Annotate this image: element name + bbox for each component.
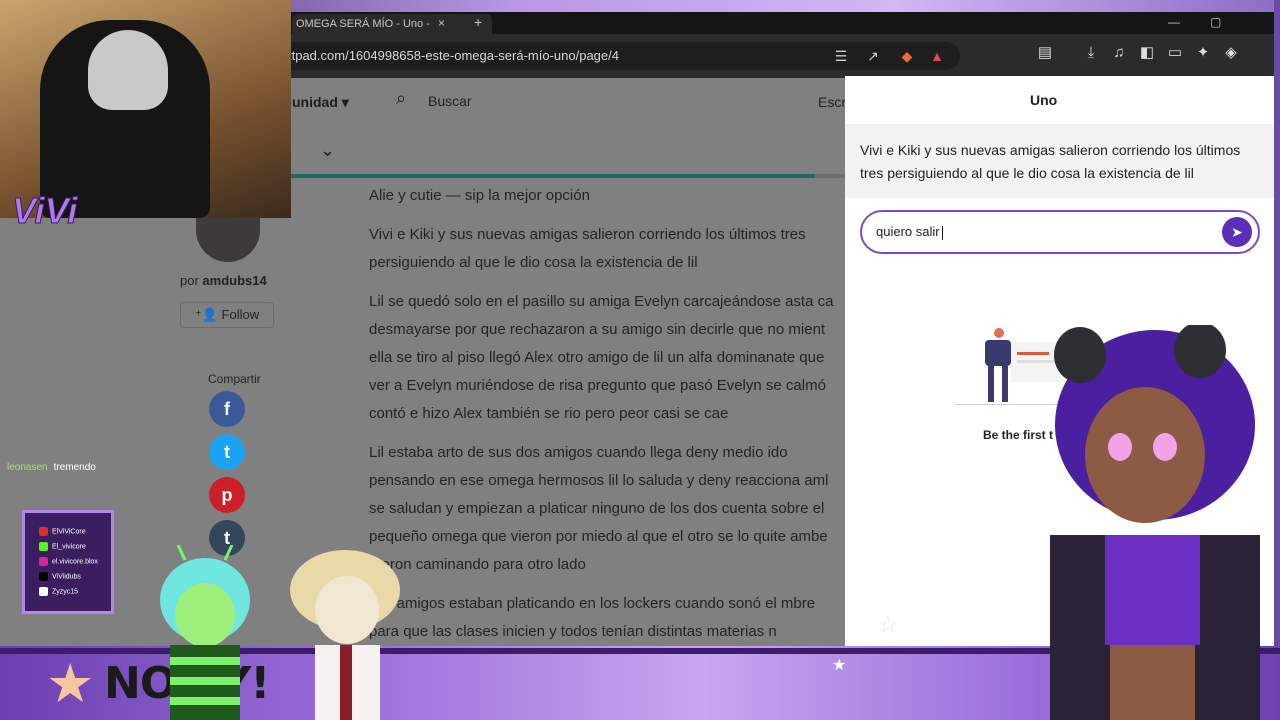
chat-text: tremendo: [53, 462, 96, 473]
panel-icon[interactable]: ◧: [1136, 42, 1158, 64]
search-link[interactable]: Buscar: [428, 93, 472, 109]
streamer-helmet: [88, 30, 168, 110]
socials-card: ElViViCore El_vivicore el.vivicore.blox …: [22, 510, 114, 614]
tab-story[interactable]: OMEGA SERÁ MÍO - Uno -: [292, 14, 492, 34]
brave-shield-icon[interactable]: ◆: [898, 47, 916, 65]
minimize-icon[interactable]: —: [1168, 15, 1180, 29]
reader-icon[interactable]: ☰: [832, 47, 850, 65]
send-button[interactable]: ➤: [1222, 217, 1252, 247]
new-tab-icon[interactable]: +: [474, 14, 482, 30]
search-icon[interactable]: ⌕: [396, 88, 406, 109]
stream-logo: ViVi: [11, 190, 78, 232]
roblox-icon: [39, 587, 48, 596]
star-icon: ★: [832, 657, 847, 674]
x-icon: [39, 572, 48, 581]
panel-title: Uno: [1030, 92, 1058, 108]
story-text: Alie y cutie — sip la mejor opción Vivi …: [369, 182, 845, 642]
chat-message: leonasen tremendo: [7, 462, 96, 473]
write-link[interactable]: Escr: [818, 94, 846, 110]
reading-progress: [290, 174, 815, 178]
send-icon: ➤: [1231, 224, 1243, 240]
story-paragraph[interactable]: Vivi e Kiki y sus nuevas amigas salieron…: [369, 221, 845, 277]
twitter-icon[interactable]: t: [209, 434, 245, 470]
green-mascot: [160, 545, 250, 720]
vpn-icon[interactable]: ◈: [1220, 42, 1242, 64]
community-menu[interactable]: unidad ▾: [292, 94, 349, 111]
tab-title: OMEGA SERÁ MÍO - Uno -: [296, 18, 430, 30]
story-paragraph[interactable]: sus amigos estaban platicando en los loc…: [369, 590, 845, 642]
chat-username: leonasen: [7, 462, 48, 473]
close-icon[interactable]: ×: [438, 16, 445, 30]
music-icon[interactable]: ♫: [1108, 42, 1130, 64]
maximize-icon[interactable]: ▢: [1210, 15, 1221, 29]
rewards-icon[interactable]: ▲: [928, 47, 946, 65]
star-icon: ★: [46, 654, 95, 714]
text-caret: [941, 225, 943, 240]
moth-mascot: [290, 550, 400, 720]
quoted-paragraph: Vivi e Kiki y sus nuevas amigas salieron…: [860, 142, 1241, 181]
empty-state-text: Be the first t: [983, 428, 1054, 442]
pinterest-icon[interactable]: p: [209, 477, 245, 513]
stream-frame-right: [1274, 0, 1280, 720]
reading-progress-track: [815, 174, 845, 178]
address-bar[interactable]: ttpad.com/1604998658-este-omega-será-mío…: [280, 42, 960, 70]
story-paragraph[interactable]: Lil estaba arto de sus dos amigos cuando…: [369, 439, 845, 579]
share-icon[interactable]: ↗: [864, 47, 882, 65]
facebook-icon[interactable]: f: [209, 391, 245, 427]
download-icon[interactable]: ⤓: [1080, 42, 1102, 64]
follow-button[interactable]: ⁺👤 Follow: [180, 302, 274, 328]
story-paragraph[interactable]: Lil se quedó solo en el pasillo su amiga…: [369, 288, 845, 428]
instagram-icon: [39, 557, 48, 566]
chevron-down-icon[interactable]: ⌄: [320, 140, 335, 161]
kick-icon: [39, 542, 48, 551]
comment-input[interactable]: quiero salir ➤: [860, 210, 1260, 254]
url-text[interactable]: ttpad.com/1604998658-este-omega-será-mío…: [288, 42, 619, 70]
share-label: Compartir: [208, 372, 261, 386]
vtuber-avatar: [1050, 325, 1260, 720]
star-icon: ☆: [878, 612, 898, 637]
sidebar-icon[interactable]: ▤: [1034, 42, 1056, 64]
author-byline: por amdubs14: [180, 273, 267, 288]
webcam-feed: [0, 0, 291, 218]
story-paragraph[interactable]: Alie y cutie — sip la mejor opción: [369, 182, 845, 210]
comment-input-value[interactable]: quiero salir: [876, 224, 940, 239]
wallet-icon[interactable]: ▭: [1164, 42, 1186, 64]
youtube-icon: [39, 527, 48, 536]
leo-icon[interactable]: ✦: [1192, 42, 1214, 64]
author-name[interactable]: amdubs14: [202, 273, 266, 288]
